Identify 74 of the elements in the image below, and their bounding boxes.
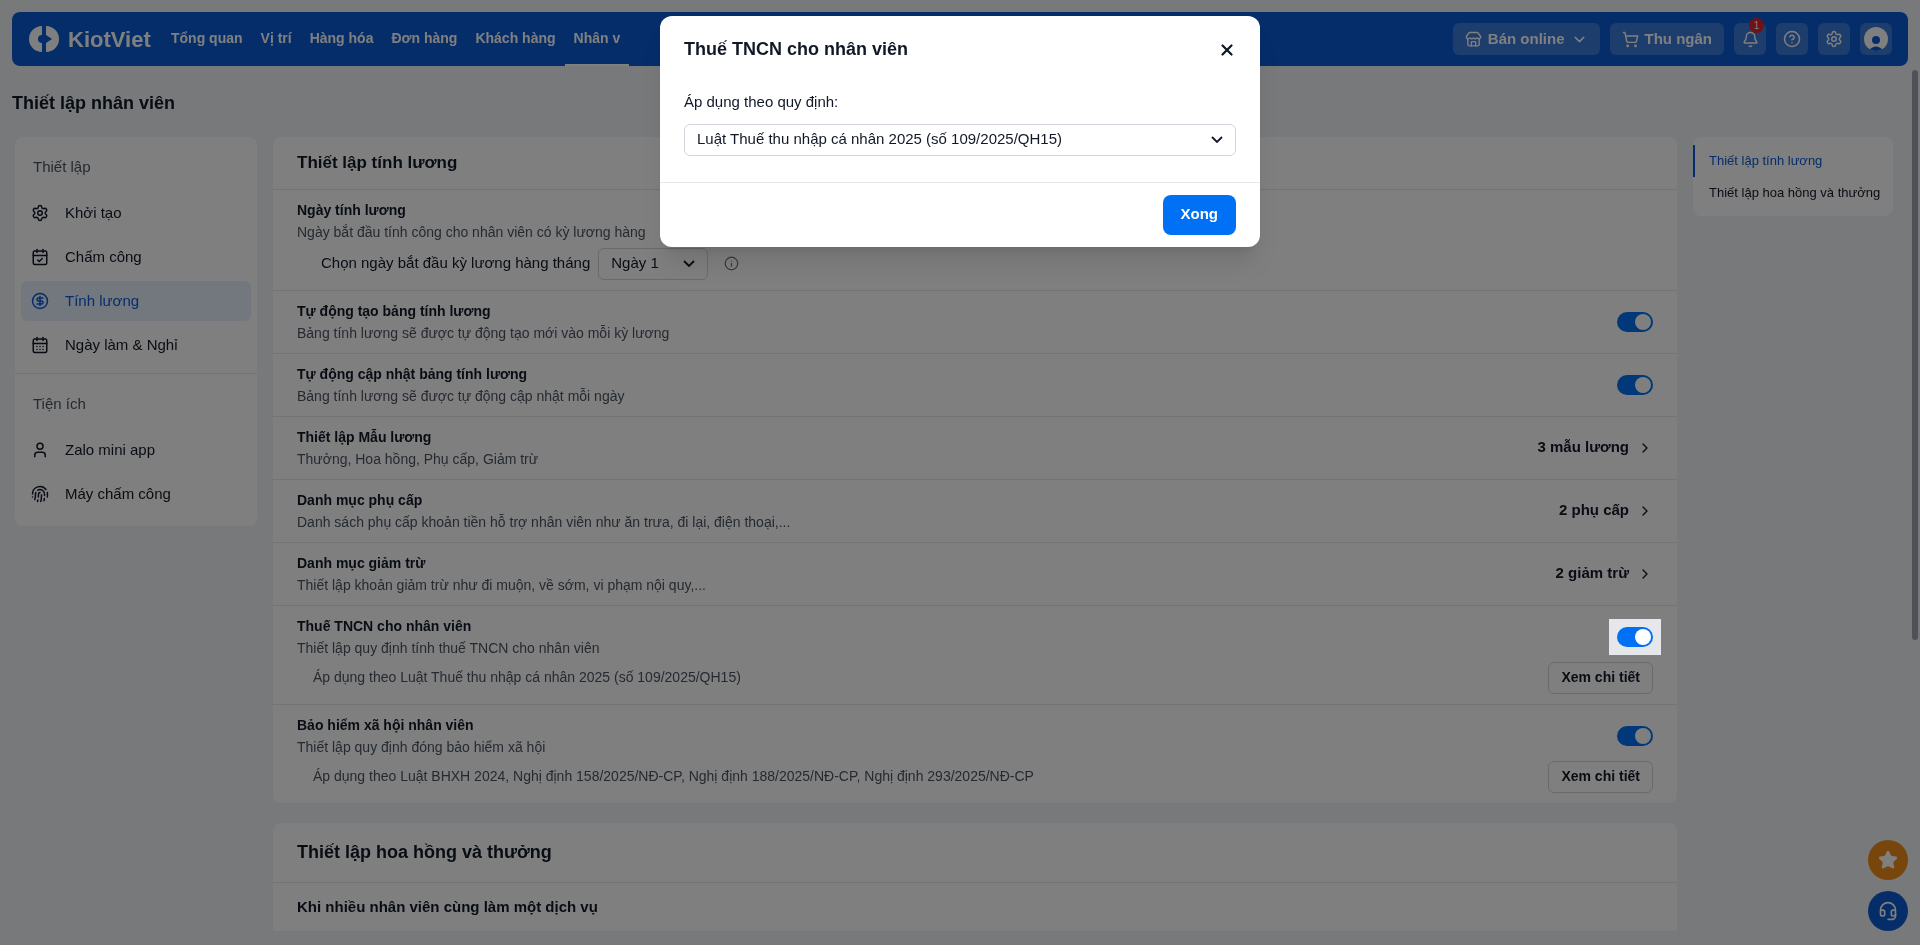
support-button[interactable] <box>1868 891 1908 931</box>
setting-description: Danh sách phụ cấp khoản tiền hỗ trợ nhân viên như ăn trưa, đi lại, điện thoại,... <box>297 512 791 532</box>
favorite-button[interactable] <box>1868 840 1908 880</box>
setting-description: Bảng tính lương sẽ được tự động tạo mới vào mỗi kỳ lương <box>297 323 670 343</box>
help-icon <box>1783 30 1801 48</box>
bell-icon <box>1741 30 1759 48</box>
count-link[interactable]: 2 phụ cấp <box>1559 499 1653 522</box>
setting-title: Ngày tính lương <box>297 200 407 220</box>
nav-tab[interactable]: Vị trí <box>251 12 301 66</box>
sidebar-section-title: Tiện ích <box>33 395 86 412</box>
count-link[interactable]: 2 giảm trừ <box>1555 562 1653 585</box>
caret-icon <box>683 260 696 267</box>
regulation-note: Áp dụng theo Luật Thuế thu nhập cá nhân 2025 (số 109/2025/QH15) <box>313 668 741 687</box>
avatar-icon <box>1864 27 1888 51</box>
star-icon <box>1878 850 1898 870</box>
sidebar-item[interactable]: Chấm công <box>21 237 251 277</box>
toggle-switch[interactable] <box>1617 725 1653 746</box>
toggle-switch[interactable] <box>1617 626 1653 647</box>
setting-description: Thưởng, Hoa hồng, Phụ cấp, Giảm trừ <box>297 449 539 469</box>
setting-description: Bảng tính lương sẽ được tự động cập nhật mỗi ngày <box>297 386 625 406</box>
toggle-switch[interactable] <box>1617 374 1653 395</box>
setting-title: Tự động tạo bảng tính lương <box>297 301 492 321</box>
sidebar-item[interactable]: Máy chấm công <box>21 474 251 514</box>
dollar-icon <box>31 292 49 310</box>
nav-tab[interactable]: Tổng quan <box>162 12 252 66</box>
setting-description: Thiết lập quy định đóng bảo hiểm xã hội <box>297 737 546 757</box>
setting-description: Ngày bắt đầu tính công cho nhân viên có kỳ lương hàng <box>297 222 646 242</box>
settings-icon <box>1825 30 1843 48</box>
regulation-select[interactable]: Luật Thuế thu nhập cá nhân 2025 (số 109/2025/QH15) <box>684 123 1236 156</box>
sidebar-item[interactable]: Tính lương <box>21 281 251 321</box>
logo-icon <box>28 23 60 55</box>
setting-title: Thiết lập Mẫu lương <box>297 427 433 447</box>
setting-title: Tự động cập nhật bảng tính lương <box>297 364 529 384</box>
setting-description: Thiết lập quy định tính thuế TNCN cho nhân viên <box>297 638 600 658</box>
toggle-switch[interactable] <box>1617 311 1653 332</box>
section-title: Thiết lập hoa hồng và thưởng <box>297 840 553 864</box>
calendar-check-icon <box>31 248 49 266</box>
section-link[interactable]: Thiết lập tính lương <box>1693 145 1893 177</box>
done-button[interactable]: Xong <box>1162 194 1236 235</box>
nav-tab[interactable]: Khách hàng <box>466 12 565 66</box>
count-link[interactable]: 3 mẫu lương <box>1537 436 1653 459</box>
setting-title: Thuế TNCN cho nhân viên <box>297 616 473 636</box>
nav-tab[interactable]: Nhân v <box>564 12 630 66</box>
store-icon <box>1464 30 1482 48</box>
headset-icon <box>1878 901 1898 921</box>
view-details-button[interactable]: Xem chi tiết <box>1548 661 1653 694</box>
view-details-button[interactable]: Xem chi tiết <box>1548 760 1653 793</box>
settings-icon <box>31 204 49 222</box>
setting-description: Thiết lập khoản giảm trừ như đi muộn, về sớm, vi phạm nội quy,... <box>297 575 706 595</box>
nav-tab[interactable]: Đơn hàng <box>382 12 467 66</box>
setting-title: Khi nhiều nhân viên cùng làm một dịch vụ <box>297 897 598 915</box>
setting-title: Bảo hiểm xã hội nhân viên <box>297 715 475 735</box>
setting-title: Danh mục phụ cấp <box>297 490 424 510</box>
user-icon <box>31 441 49 459</box>
cart-icon <box>1621 30 1639 48</box>
nav-tab[interactable]: Hàng hóa <box>300 12 383 66</box>
field-label: Chọn ngày bắt đầu kỳ lương hàng tháng <box>321 253 591 274</box>
sidebar-item[interactable]: Khởi tạo <box>21 193 251 233</box>
info-icon <box>724 256 740 271</box>
logo-text: KiotViet <box>68 25 151 54</box>
sidebar-section-title: Thiết lập <box>33 158 91 175</box>
calendar-icon <box>31 336 49 354</box>
dialog-title: Thuế TNCN cho nhân viên <box>684 38 908 61</box>
page-title: Thiết lập nhân viên <box>12 92 176 115</box>
section-title: Thiết lập tính lương <box>297 152 459 174</box>
caret-icon <box>1211 136 1223 143</box>
regulation-note: Áp dụng theo Luật BHXH 2024, Nghị định 158/2025/NĐ-CP, Nghị định 188/2025/NĐ-CP, Nghị định 293/2025/NĐ-CP <box>313 767 1034 786</box>
section-link[interactable]: Thiết lập hoa hồng và thưởng <box>1693 176 1893 208</box>
sidebar-item[interactable]: Ngày làm & Nghỉ <box>21 325 251 365</box>
setting-title: Danh mục giảm trừ <box>297 553 427 573</box>
notification-count: 1 <box>1749 18 1764 33</box>
field-label: Áp dụng theo quy định: <box>684 92 840 112</box>
fingerprint-icon <box>31 485 49 503</box>
sidebar-item[interactable]: Zalo mini app <box>21 430 251 470</box>
